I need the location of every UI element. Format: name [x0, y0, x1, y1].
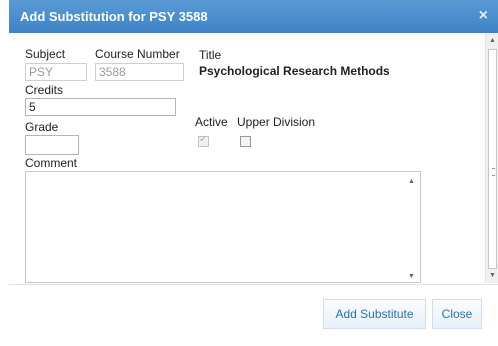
add-substitution-dialog: Add Substitution for PSY 3588 × Subject … [9, 0, 498, 346]
credits-field[interactable]: 5 [25, 98, 176, 116]
title-label: Title [199, 48, 222, 62]
comment-scrollbar[interactable]: ▲ ▼ [404, 172, 420, 282]
comment-label: Comment [25, 156, 78, 170]
upper-division-checkbox[interactable] [240, 136, 251, 147]
course-number-field[interactable]: 3588 [95, 63, 184, 81]
scrollbar-grip [492, 168, 495, 176]
grade-label: Grade [25, 120, 59, 134]
upper-division-label: Upper Division [237, 115, 316, 129]
add-substitute-button[interactable]: Add Substitute [323, 299, 426, 329]
scrollbar-thumb[interactable] [488, 49, 497, 269]
active-checkbox[interactable] [198, 134, 209, 147]
close-icon[interactable]: × [479, 7, 488, 25]
credits-label: Credits [25, 83, 64, 97]
scroll-down-arrow-icon[interactable]: ▼ [408, 273, 415, 280]
subject-field[interactable]: PSY [25, 63, 87, 81]
dialog-content: Subject PSY Course Number 3588 Title Psy… [9, 33, 485, 283]
dialog-scrollbar[interactable]: ▲ ▼ [485, 33, 498, 283]
comment-textarea[interactable]: ▲ ▼ [25, 171, 421, 283]
dialog-footer: Add Substitute Close [9, 284, 498, 346]
subject-label: Subject [25, 47, 66, 61]
active-label: Active [195, 115, 228, 129]
scroll-up-arrow-icon[interactable]: ▲ [408, 178, 415, 185]
scroll-up-arrow-icon[interactable]: ▲ [489, 37, 496, 44]
course-title-value: Psychological Research Methods [199, 64, 390, 78]
course-number-label: Course Number [95, 47, 180, 61]
grade-field[interactable] [25, 135, 79, 155]
close-button[interactable]: Close [432, 299, 482, 329]
scroll-down-arrow-icon[interactable]: ▼ [489, 272, 496, 279]
dialog-titlebar[interactable]: Add Substitution for PSY 3588 × [9, 0, 498, 33]
dialog-title: Add Substitution for PSY 3588 [20, 9, 208, 24]
